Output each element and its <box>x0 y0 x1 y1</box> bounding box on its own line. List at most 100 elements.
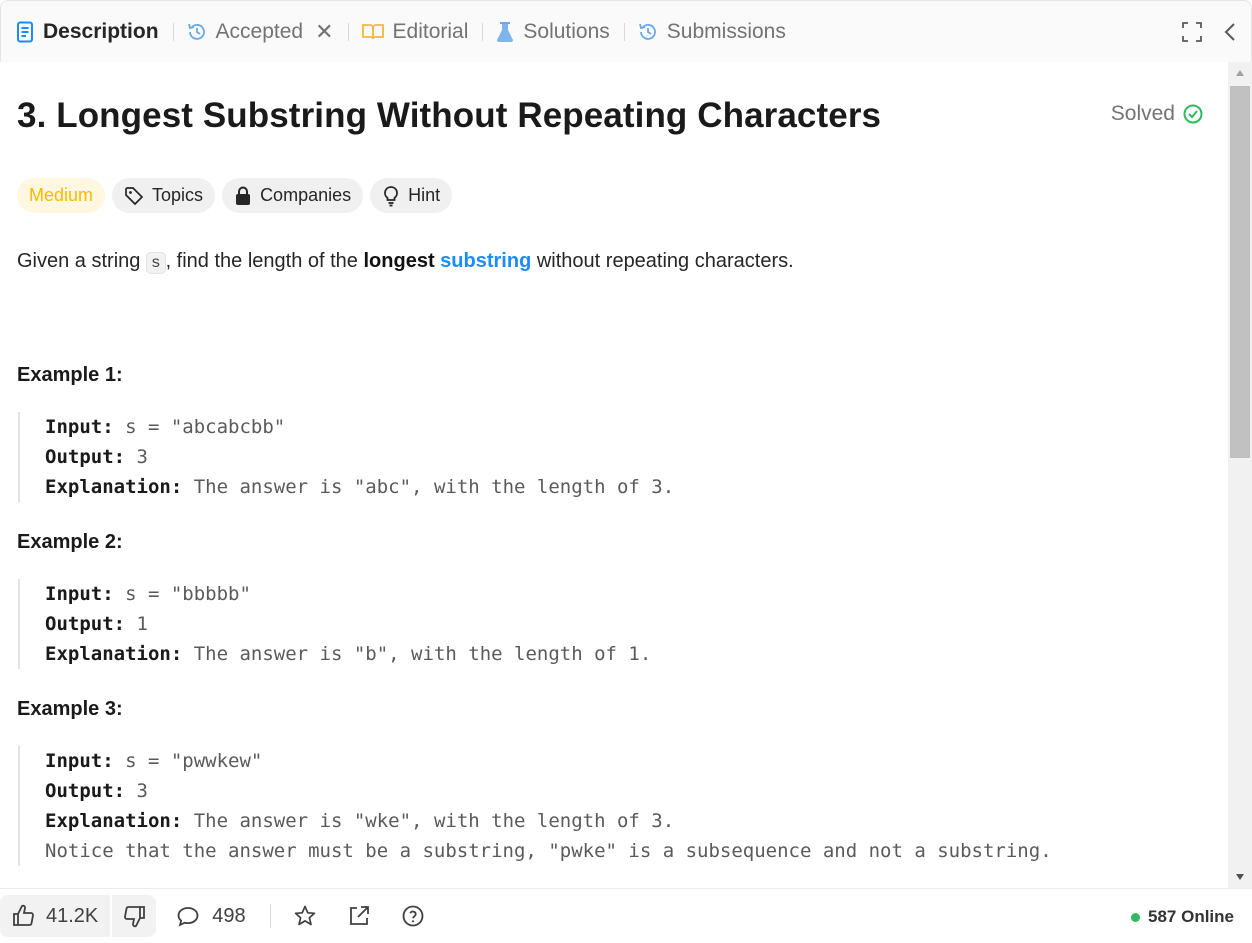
favorite-button[interactable] <box>293 904 317 928</box>
example-explanation: Explanation: The answer is "abc", with t… <box>45 472 1211 502</box>
desc-variable: s <box>145 252 166 274</box>
tab-accepted[interactable]: Accepted ✕ <box>186 12 344 52</box>
collapse-icon[interactable] <box>1223 21 1237 43</box>
example-explanation: Explanation: The answer is "b", with the… <box>45 639 1211 669</box>
tab-submissions[interactable]: Submissions <box>637 12 796 52</box>
tab-separator <box>347 22 349 41</box>
footer-separator <box>269 904 271 928</box>
help-icon <box>402 905 424 927</box>
example-2-title: Example 2: <box>17 531 123 553</box>
example-input: Input: s = "pwwkew" <box>45 746 1211 776</box>
hint-label: Hint <box>408 185 441 205</box>
example-explanation: Explanation: The answer is "wke", with t… <box>45 806 1211 836</box>
tab-label: Editorial <box>392 19 469 43</box>
title-row: 3. Longest Substring Without Repeating C… <box>17 96 1211 140</box>
example-input: Input: s = "abcabcbb" <box>45 412 1211 442</box>
tab-solutions[interactable]: Solutions <box>495 12 619 52</box>
explanation-label: Explanation: <box>45 810 183 832</box>
like-button[interactable]: 41.2K <box>0 895 110 937</box>
difficulty-badge: Medium <box>17 178 106 213</box>
input-label: Input: <box>45 750 114 772</box>
explanation-label: Explanation: <box>45 643 183 665</box>
input-value: s = "abcabcbb" <box>113 416 286 438</box>
star-icon <box>294 905 315 926</box>
problem-title: 3. Longest Substring Without Repeating C… <box>17 96 882 135</box>
history-icon <box>187 23 205 40</box>
desc-bold: longest <box>363 250 435 272</box>
example-note: Notice that the answer must be a substri… <box>45 840 1052 862</box>
problem-description: Given a string s, find the length of the… <box>17 247 1211 277</box>
desc-text: , find the length of the <box>165 250 364 272</box>
example-output: Output: 1 <box>45 609 1211 639</box>
input-label: Input: <box>45 416 114 438</box>
problem-content: 3. Longest Substring Without Repeating C… <box>0 62 1228 888</box>
tab-separator <box>623 22 625 41</box>
output-label: Output: <box>45 780 126 802</box>
tab-separator <box>482 22 484 41</box>
lock-icon <box>236 186 251 205</box>
example-input: Input: s = "bbbbb" <box>45 579 1211 609</box>
thumbs-up-icon <box>13 904 34 926</box>
tab-editorial[interactable]: Editorial <box>361 12 479 52</box>
output-value: 3 <box>125 780 148 802</box>
close-icon[interactable]: ✕ <box>315 19 333 45</box>
output-value: 1 <box>125 613 148 635</box>
example-3-block: Input: s = "pwwkew" Output: 3 Explanatio… <box>18 746 1211 866</box>
flask-icon <box>497 21 514 42</box>
solved-status: Solved <box>1111 102 1203 126</box>
input-label: Input: <box>45 583 114 605</box>
online-dot <box>1131 912 1141 922</box>
external-link-icon <box>349 906 369 925</box>
desc-text: Given a string <box>17 250 146 272</box>
vote-group: 41.2K <box>0 895 157 937</box>
example-1-title: Example 1: <box>17 364 123 386</box>
tab-bar: Description Accepted ✕ Editorial Solutio… <box>0 0 1252 62</box>
example-3-title: Example 3: <box>17 698 123 720</box>
thumbs-down-icon <box>124 906 146 928</box>
solved-label: Solved <box>1110 102 1175 125</box>
substring-link[interactable]: substring <box>440 250 531 272</box>
scroll-down-arrow-icon[interactable] <box>1228 866 1252 888</box>
description-icon <box>17 21 33 42</box>
companies-label: Companies <box>260 185 352 205</box>
scroll-up-arrow-icon[interactable] <box>1228 62 1252 84</box>
online-count: 587 Online <box>1148 907 1234 926</box>
online-indicator: 587 Online <box>1131 907 1234 927</box>
hint-chip[interactable]: Hint <box>370 178 453 213</box>
book-icon <box>361 23 384 39</box>
history-icon <box>638 23 656 40</box>
explanation-value: The answer is "wke", with the length of … <box>182 810 675 832</box>
input-value: s = "bbbbb" <box>113 583 251 605</box>
example-output: Output: 3 <box>45 776 1211 806</box>
help-button[interactable] <box>401 904 425 928</box>
comment-count: 498 <box>212 904 246 927</box>
explanation-value: The answer is "b", with the length of 1. <box>182 643 652 665</box>
companies-chip[interactable]: Companies <box>222 178 364 213</box>
tab-label: Accepted <box>215 19 304 43</box>
topics-chip[interactable]: Topics <box>112 178 216 213</box>
tag-icon <box>125 186 144 205</box>
tabbar-actions <box>1181 21 1237 43</box>
output-value: 3 <box>125 446 148 468</box>
example-output: Output: 3 <box>45 442 1211 472</box>
tab-label: Description <box>43 19 159 43</box>
explanation-value: The answer is "abc", with the length of … <box>182 476 675 498</box>
topics-label: Topics <box>152 185 204 205</box>
like-count: 41.2K <box>46 904 99 927</box>
comments-button[interactable]: 498 <box>176 904 246 928</box>
vertical-scrollbar[interactable] <box>1228 62 1252 888</box>
tab-description[interactable]: Description <box>15 12 169 52</box>
example-2-block: Input: s = "bbbbb" Output: 1 Explanation… <box>18 579 1211 669</box>
output-label: Output: <box>45 613 126 635</box>
tab-label: Submissions <box>666 19 786 43</box>
dislike-button[interactable] <box>112 895 156 937</box>
tab-separator <box>172 22 174 41</box>
output-label: Output: <box>45 446 126 468</box>
share-button[interactable] <box>347 904 371 928</box>
explanation-label: Explanation: <box>45 476 183 498</box>
lightbulb-icon <box>384 185 399 206</box>
fullscreen-icon[interactable] <box>1181 21 1203 43</box>
input-value: s = "pwwkew" <box>113 750 263 772</box>
scrollbar-thumb[interactable] <box>1230 86 1250 458</box>
check-circle-icon <box>1183 104 1203 124</box>
